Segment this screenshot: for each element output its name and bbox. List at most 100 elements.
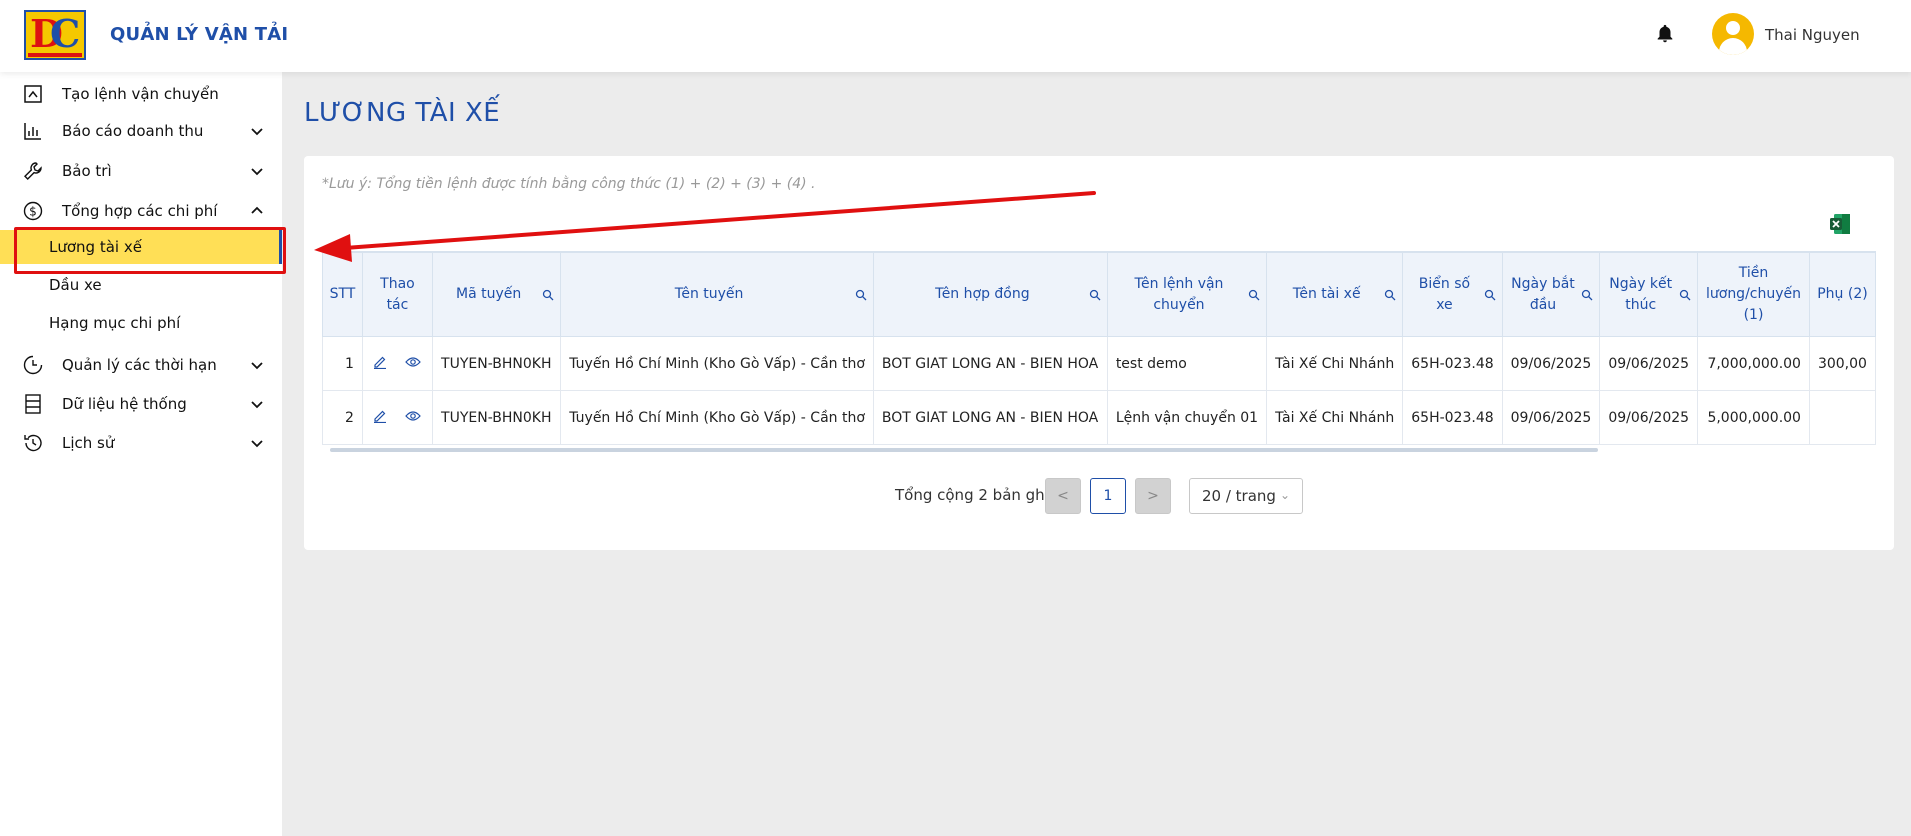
column-header-allowance: Phụ (2) (1808, 252, 1876, 337)
column-header-route-name: Tên tuyến (560, 252, 874, 337)
search-icon[interactable] (1581, 289, 1593, 301)
edit-icon[interactable] (373, 355, 387, 369)
chevron-down-icon: ⌄ (1279, 488, 1290, 502)
cell-start-date: 09/06/2025 (1501, 336, 1601, 391)
search-icon[interactable] (1484, 289, 1496, 301)
eye-icon[interactable] (405, 356, 422, 368)
sidebar-item-create-order[interactable]: Tạo lệnh vận chuyển (0, 77, 282, 111)
column-header-label: Tên tài xế (1292, 286, 1361, 302)
sidebar-item-label: Tạo lệnh vận chuyển (62, 85, 219, 103)
column-header-start-date: Ngày bắt đầu (1501, 252, 1601, 337)
column-header-label: Biển số xe (1418, 275, 1471, 313)
top-header: DC QUẢN LÝ VẬN TẢI Thai Nguyen (0, 0, 1911, 72)
cell-actions (361, 336, 434, 391)
chevron-down-icon (251, 440, 263, 448)
cell-start-date: 09/06/2025 (1501, 390, 1601, 445)
cell-contract-name: BOT GIAT LONG AN - BIEN HOA (872, 390, 1108, 445)
cell-end-date: 09/06/2025 (1599, 390, 1699, 445)
edit-icon[interactable] (373, 409, 387, 423)
cell-stt: 1 (322, 336, 363, 391)
sidebar-item-label: Bảo trì (62, 162, 112, 180)
history-icon (22, 432, 44, 454)
chevron-down-icon (251, 128, 263, 136)
cell-stt: 2 (322, 390, 363, 445)
cell-end-date: 09/06/2025 (1599, 336, 1699, 391)
sidebar-item-label: Tổng hợp các chi phí (62, 202, 218, 220)
dollar-icon: $ (22, 200, 44, 222)
search-icon[interactable] (1089, 289, 1101, 301)
cell-route-name: Tuyến Hồ Chí Minh (Kho Gò Vấp) - Cần thơ (560, 336, 874, 391)
sidebar-item-deadlines[interactable]: Quản lý các thời hạn (0, 348, 282, 382)
column-header-end-date: Ngày kết thúc (1599, 252, 1699, 337)
cell-order-name: Lệnh vận chuyển 01 (1106, 390, 1268, 445)
cell-allowance: 300,00 (1808, 336, 1876, 391)
search-icon[interactable] (1248, 289, 1260, 301)
column-header-plate-number: Biển số xe (1402, 252, 1503, 337)
column-header-stt: STT (322, 252, 363, 337)
page-size-value: 20 / trang (1202, 487, 1276, 505)
cell-actions (361, 390, 434, 445)
database-icon (22, 393, 44, 415)
chevron-up-icon (251, 206, 263, 214)
sidebar-item-label: Lịch sử (62, 434, 115, 452)
wrench-icon (22, 160, 44, 182)
table-row: 1 TUYEN-BHN0KH Tuyến Hồ Chí Minh (Kho Gò… (322, 336, 1876, 391)
sidebar-item-cost-summary[interactable]: $ Tổng hợp các chi phí (0, 194, 282, 228)
column-header-label: Tên tuyến (674, 286, 744, 302)
clock-icon (22, 354, 44, 376)
column-header-route-code: Mã tuyến (432, 252, 562, 337)
search-icon[interactable] (855, 289, 867, 301)
cell-route-name: Tuyến Hồ Chí Minh (Kho Gò Vấp) - Cần thơ (560, 390, 874, 445)
cell-trip-salary: 7,000,000.00 (1697, 336, 1810, 391)
sidebar-subitem-label: Hạng mục chi phí (49, 314, 181, 332)
company-logo[interactable]: DC (24, 10, 86, 60)
sidebar-subitem-cost-category[interactable]: Hạng mục chi phí (0, 306, 282, 340)
eye-icon[interactable] (405, 410, 422, 422)
column-header-label: Tên hợp đồng (935, 286, 1030, 302)
column-header-label: Tên lệnh vận chuyển (1134, 275, 1224, 313)
chevron-down-icon (251, 168, 263, 176)
cell-contract-name: BOT GIAT LONG AN - BIEN HOA (872, 336, 1108, 391)
prev-page-button[interactable]: < (1045, 478, 1081, 514)
search-icon[interactable] (1384, 289, 1396, 301)
bar-chart-icon (22, 120, 44, 142)
column-header-contract-name: Tên hợp đồng (872, 252, 1108, 337)
column-header-label: Ngày bắt đầu (1511, 275, 1575, 313)
column-header-label: Thao tác (380, 275, 415, 313)
sidebar: Tạo lệnh vận chuyển Báo cáo doanh thu Bả… (0, 72, 282, 836)
page-title: LƯƠNG TÀI XẾ (304, 98, 501, 128)
user-name[interactable]: Thai Nguyen (1765, 26, 1860, 44)
salary-table-container[interactable]: STT Thao tác Mã tuyến Tên tuyến Tên hợp … (322, 251, 1876, 456)
pagination: Tổng cộng 2 bản ghi < 1 > 20 / trang ⌄ (304, 478, 1894, 514)
table-row: 2 TUYEN-BHN0KH Tuyến Hồ Chí Minh (Kho Gò… (322, 390, 1876, 445)
annotation-highlight-box (14, 227, 286, 274)
page-1-button[interactable]: 1 (1090, 478, 1126, 514)
sidebar-item-maintenance[interactable]: Bảo trì (0, 154, 282, 188)
cell-plate-number: 65H-023.48 (1402, 390, 1503, 445)
app-title: QUẢN LÝ VẬN TẢI (110, 24, 289, 45)
sidebar-item-system-data[interactable]: Dữ liệu hệ thống (0, 387, 282, 421)
sidebar-item-revenue-report[interactable]: Báo cáo doanh thu (0, 114, 282, 148)
cell-trip-salary: 5,000,000.00 (1697, 390, 1810, 445)
salary-table: STT Thao tác Mã tuyến Tên tuyến Tên hợp … (322, 252, 1876, 445)
user-avatar[interactable] (1712, 13, 1754, 55)
chart-up-icon (22, 83, 44, 105)
search-icon[interactable] (1679, 289, 1691, 301)
sidebar-subitem-label: Dầu xe (49, 276, 102, 294)
sidebar-item-history[interactable]: Lịch sử (0, 426, 282, 460)
cell-allowance (1808, 390, 1876, 445)
formula-note: *Lưu ý: Tổng tiền lệnh được tính bằng cô… (322, 176, 816, 192)
horizontal-scrollbar[interactable] (330, 448, 1598, 452)
excel-export-icon[interactable] (1828, 212, 1852, 236)
total-records-text: Tổng cộng 2 bản ghi (895, 486, 1049, 504)
cell-plate-number: 65H-023.48 (1402, 336, 1503, 391)
search-icon[interactable] (542, 289, 554, 301)
column-header-label: Tiền lương/chuyến (1) (1705, 265, 1802, 323)
notification-bell-icon[interactable] (1654, 22, 1676, 46)
column-header-label: STT (329, 286, 356, 302)
column-header-label: Ngày kết thúc (1609, 275, 1673, 313)
next-page-button[interactable]: > (1135, 478, 1171, 514)
sidebar-item-label: Dữ liệu hệ thống (62, 395, 187, 413)
column-header-order-name: Tên lệnh vận chuyển (1106, 252, 1268, 337)
page-size-select[interactable]: 20 / trang ⌄ (1189, 478, 1303, 514)
